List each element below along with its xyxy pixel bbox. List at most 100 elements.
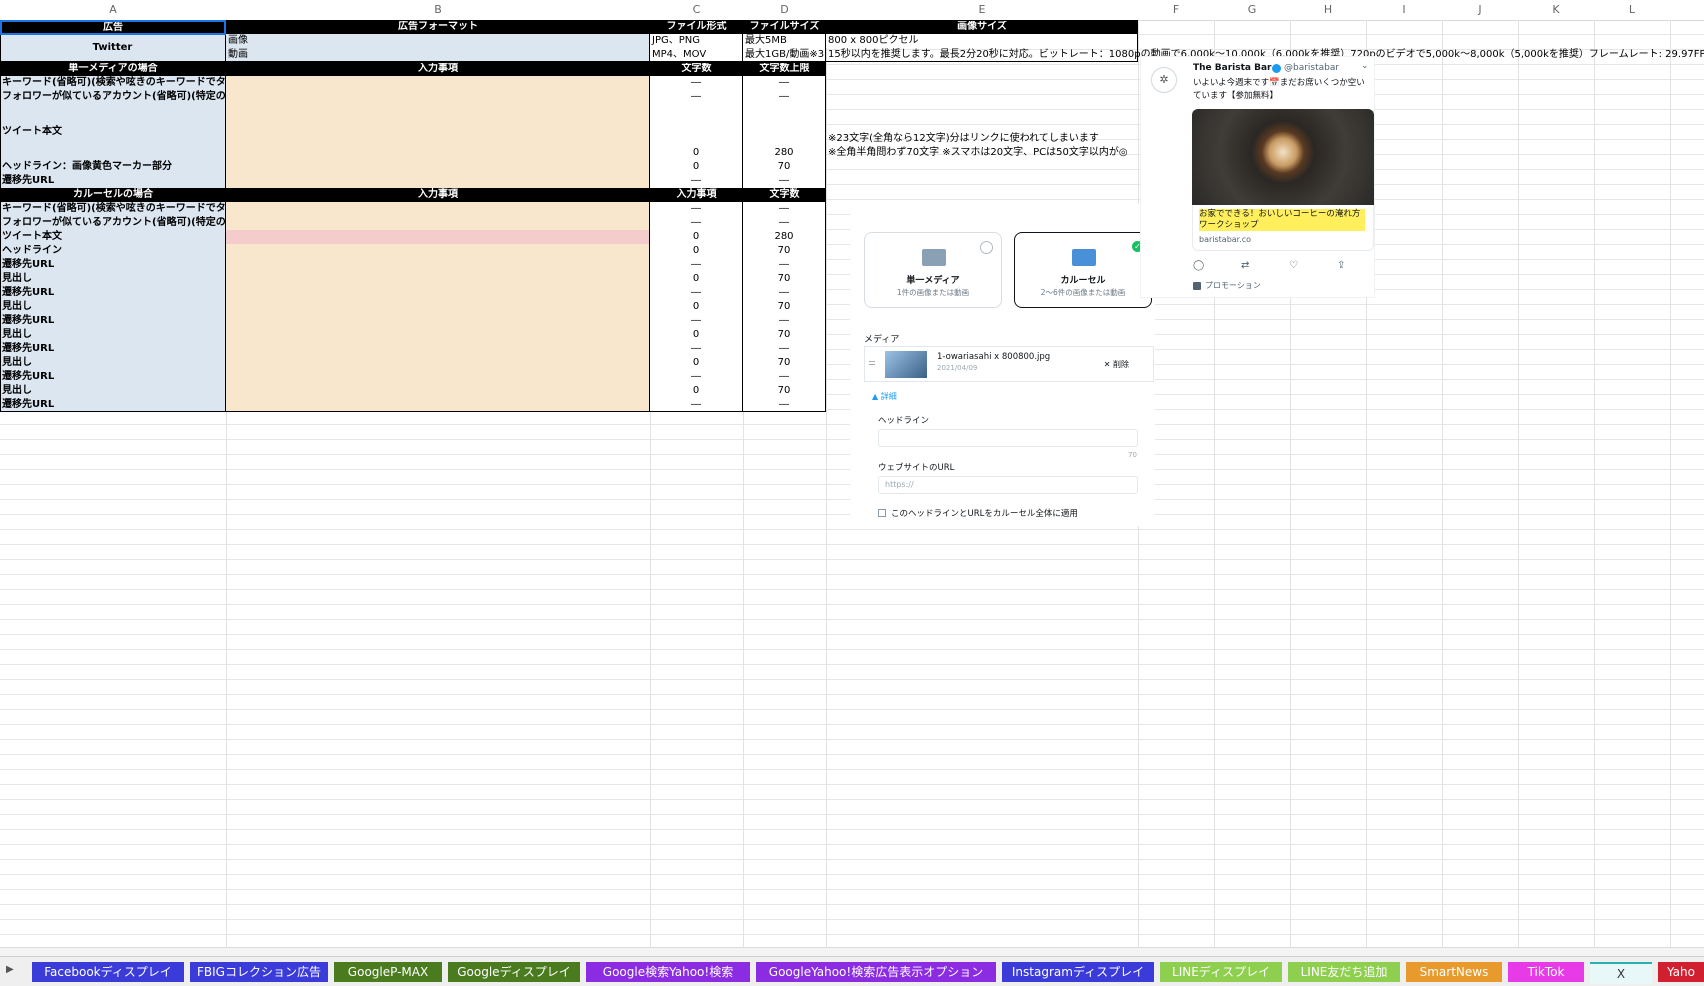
single-row-label[interactable]: ツイート本文 [0, 104, 226, 160]
video-file-size[interactable]: 最大1GB/動画※3 [743, 48, 826, 62]
selected-cell-a1[interactable] [0, 20, 226, 35]
carousel-row-input[interactable] [226, 300, 650, 314]
column-header-b[interactable]: B [226, 0, 650, 20]
header-file-format[interactable]: ファイル形式 [650, 20, 743, 34]
carousel-row-input[interactable] [226, 244, 650, 258]
carousel-row-input[interactable] [226, 202, 650, 216]
carousel-row-input[interactable] [226, 272, 650, 286]
carousel-row-charlimit[interactable]: 280 [743, 230, 826, 244]
column-header-h[interactable]: H [1290, 0, 1366, 20]
carousel-row-charlimit[interactable]: ― [743, 370, 826, 384]
carousel-row-charcount[interactable]: 0 [650, 356, 743, 370]
single-row-label[interactable]: 遷移先URL [0, 174, 226, 188]
carousel-row-label[interactable]: 遷移先URL [0, 286, 226, 300]
twitter-label[interactable]: Twitter [0, 34, 226, 62]
tab-yaho[interactable]: Yaho [1658, 962, 1704, 982]
carousel-row-input[interactable] [226, 258, 650, 272]
carousel-row-charcount[interactable]: ― [650, 202, 743, 216]
carousel-row-label[interactable]: 見出し [0, 328, 226, 342]
tab-facebook-[interactable]: Facebookディスプレイ [32, 962, 184, 982]
single-row-charlimit[interactable]: ― [743, 76, 826, 90]
tab-google-[interactable]: Googleディスプレイ [448, 962, 580, 982]
single-row-label[interactable]: ヘッドライン：画像黄色マーカー部分 [0, 160, 226, 174]
column-header-i[interactable]: I [1366, 0, 1442, 20]
header-file-size[interactable]: ファイルサイズ [743, 20, 826, 34]
carousel-row-input[interactable] [226, 398, 650, 412]
carousel-row-charlimit[interactable]: ― [743, 398, 826, 412]
tab-googleyahoo-[interactable]: GoogleYahoo!検索広告表示オプション [756, 962, 996, 982]
tab-line-[interactable]: LINEディスプレイ [1160, 962, 1282, 982]
tab-googlep-max[interactable]: GoogleP-MAX [334, 962, 442, 982]
single-row-charcount[interactable]: 0 [650, 104, 743, 160]
carousel-row-input[interactable] [226, 230, 650, 244]
single-row-label[interactable]: キーワード(省略可)(検索や呟きのキーワードでターゲティングします) [0, 76, 226, 90]
single-row-charcount[interactable]: ― [650, 174, 743, 188]
tab-x[interactable]: X [1590, 962, 1652, 984]
single-media-header[interactable]: 単一メディアの場合 [0, 62, 226, 76]
video-file-format[interactable]: MP4、MOV [650, 48, 743, 62]
tab-tiktok[interactable]: TikTok [1508, 962, 1584, 982]
headline-length-note[interactable]: ※全角半角問わず70文字 ※スマホは20文字、PCは50文字以内が◎ [828, 146, 1128, 160]
single-row-input[interactable] [226, 76, 650, 90]
carousel-row-charlimit[interactable]: ― [743, 202, 826, 216]
image-format-label[interactable]: 画像 [226, 34, 650, 48]
carousel-charcount-header[interactable]: 文字数 [743, 188, 826, 202]
carousel-row-input[interactable] [226, 216, 650, 230]
tab-line-[interactable]: LINE友だち追加 [1288, 962, 1400, 982]
carousel-row-label[interactable]: 見出し [0, 300, 226, 314]
carousel-row-label[interactable]: 遷移先URL [0, 342, 226, 356]
column-header-k[interactable]: K [1518, 0, 1594, 20]
carousel-row-label[interactable]: 遷移先URL [0, 314, 226, 328]
carousel-row-label[interactable]: フォロワーが似ているアカウント(省略可)(特定のアカウントのフォロワーと興味関心… [0, 216, 226, 230]
carousel-input-header[interactable]: 入力事項 [226, 188, 650, 202]
carousel-row-charcount[interactable]: ― [650, 398, 743, 412]
image-file-format[interactable]: JPG、PNG [650, 34, 743, 48]
carousel-row-charlimit[interactable]: 70 [743, 272, 826, 286]
tab-fbig-[interactable]: FBIGコレクション広告 [190, 962, 328, 982]
carousel-row-charcount[interactable]: ― [650, 258, 743, 272]
tab-instagram-[interactable]: Instagramディスプレイ [1002, 962, 1154, 982]
carousel-row-charcount[interactable]: ― [650, 342, 743, 356]
carousel-row-label[interactable]: キーワード(省略可)(検索や呟きのキーワードでターゲティングします) [0, 202, 226, 216]
carousel-row-label[interactable]: 遷移先URL [0, 370, 226, 384]
column-header-f[interactable]: F [1138, 0, 1214, 20]
column-header-a[interactable]: A [0, 0, 226, 20]
column-header-e[interactable]: E [826, 0, 1138, 20]
carousel-row-input[interactable] [226, 356, 650, 370]
carousel-row-input[interactable] [226, 314, 650, 328]
carousel-row-charlimit[interactable]: ― [743, 216, 826, 230]
single-row-input[interactable] [226, 160, 650, 174]
carousel-header[interactable]: カルーセルの場合 [0, 188, 226, 202]
tab-smartnews[interactable]: SmartNews [1406, 962, 1502, 982]
column-header-d[interactable]: D [743, 0, 826, 20]
carousel-row-input[interactable] [226, 370, 650, 384]
carousel-row-charlimit[interactable]: ― [743, 258, 826, 272]
carousel-row-label[interactable]: ツイート本文 [0, 230, 226, 244]
carousel-row-input[interactable] [226, 342, 650, 356]
carousel-row-charcount[interactable]: 0 [650, 244, 743, 258]
carousel-row-charlimit[interactable]: 70 [743, 384, 826, 398]
single-row-charcount[interactable]: 0 [650, 160, 743, 174]
single-charlimit-header[interactable]: 文字数上限 [743, 62, 826, 76]
single-row-label[interactable]: フォロワーが似ているアカウント(省略可)(特定のアカウントのフォロワーと興味関心… [0, 90, 226, 104]
carousel-row-charlimit[interactable]: 70 [743, 328, 826, 342]
carousel-row-label[interactable]: 見出し [0, 272, 226, 286]
single-row-input[interactable] [226, 104, 650, 160]
single-row-charcount[interactable]: ― [650, 90, 743, 104]
carousel-row-label[interactable]: 遷移先URL [0, 398, 226, 412]
column-header-l[interactable]: L [1594, 0, 1670, 20]
header-ad-format[interactable]: 広告フォーマット [226, 20, 650, 34]
carousel-row-charcount[interactable]: 0 [650, 384, 743, 398]
tab-scroll-arrow-icon[interactable]: ▶ [6, 964, 14, 975]
carousel-row-input[interactable] [226, 286, 650, 300]
single-row-charlimit[interactable]: ― [743, 174, 826, 188]
carousel-row-charlimit[interactable]: 70 [743, 244, 826, 258]
carousel-row-label[interactable]: 遷移先URL [0, 258, 226, 272]
carousel-row-charlimit[interactable]: ― [743, 314, 826, 328]
carousel-row-charcount[interactable]: ― [650, 216, 743, 230]
carousel-row-label[interactable]: ヘッドライン [0, 244, 226, 258]
tab-google-yahoo-[interactable]: Google検索Yahoo!検索 [586, 962, 750, 982]
image-size[interactable]: 800 x 800ピクセル [826, 34, 1138, 48]
carousel-row-charlimit[interactable]: ― [743, 286, 826, 300]
carousel-row-charcount[interactable]: ― [650, 286, 743, 300]
